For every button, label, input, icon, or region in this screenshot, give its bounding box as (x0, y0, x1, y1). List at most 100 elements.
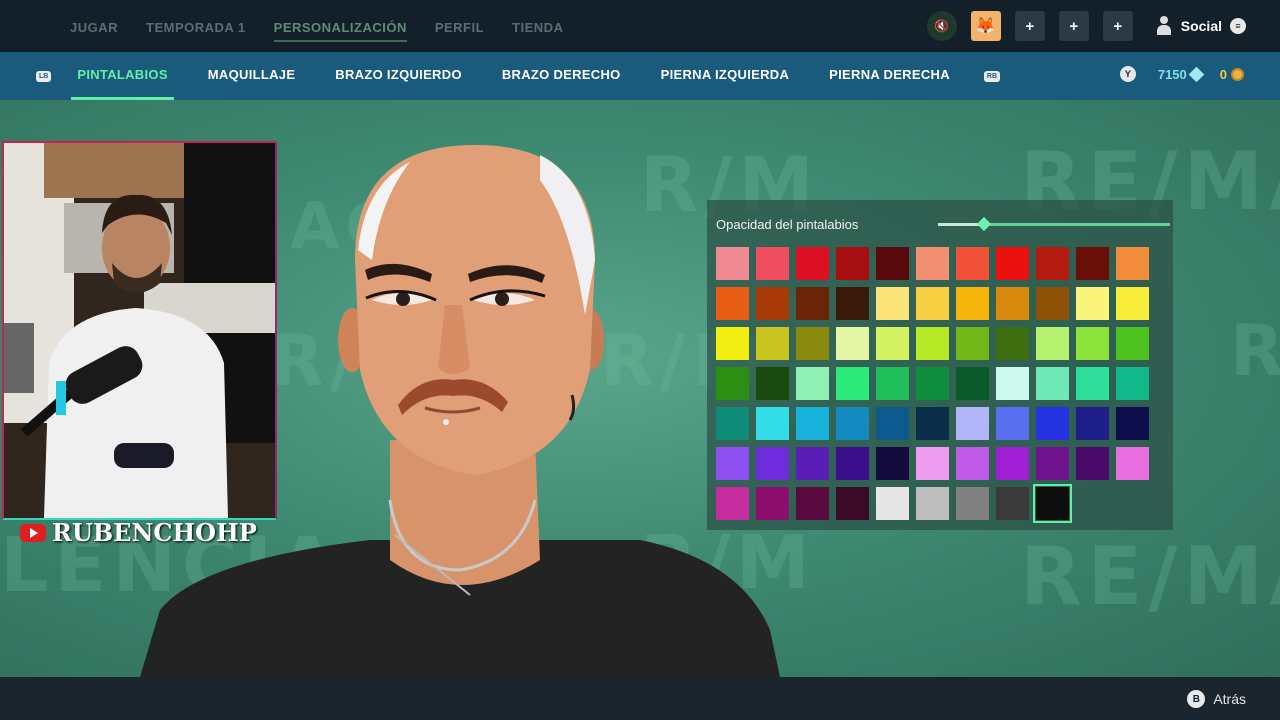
color-swatch[interactable] (1076, 327, 1109, 360)
color-swatch[interactable] (996, 287, 1029, 320)
color-swatch[interactable] (1116, 447, 1149, 480)
color-swatch[interactable] (1036, 447, 1069, 480)
color-swatch[interactable] (876, 367, 909, 400)
color-swatch[interactable] (836, 327, 869, 360)
add-party-slot-button[interactable]: + (1102, 11, 1133, 41)
color-swatch[interactable] (716, 367, 749, 400)
color-swatch[interactable] (1036, 327, 1069, 360)
color-swatch[interactable] (756, 247, 789, 280)
color-swatch[interactable] (716, 247, 749, 280)
tab-pintalabios[interactable]: PINTALABIOS (71, 52, 175, 100)
tab-jugar[interactable]: JUGAR (70, 0, 118, 52)
color-swatch[interactable] (956, 247, 989, 280)
add-party-slot-button[interactable]: + (1014, 11, 1045, 41)
background-logo-text: RE/MA (1230, 310, 1280, 392)
social-icon (1155, 16, 1173, 36)
tab-brazo-izquierdo[interactable]: BRAZO IZQUIERDO (329, 52, 468, 100)
back-button[interactable]: B Atrás (1187, 690, 1246, 708)
color-swatch[interactable] (1076, 287, 1109, 320)
color-swatch[interactable] (956, 367, 989, 400)
color-swatch[interactable] (796, 487, 829, 520)
color-swatch[interactable] (956, 447, 989, 480)
color-swatch[interactable] (916, 447, 949, 480)
tab-maquillaje[interactable]: MAQUILLAJE (202, 52, 302, 100)
tab-pierna-derecha[interactable]: PIERNA DERECHA (823, 52, 956, 100)
channel-name: RUBENCHOHP (52, 518, 257, 547)
color-swatch[interactable] (1036, 247, 1069, 280)
color-swatch[interactable] (796, 287, 829, 320)
color-swatch[interactable] (1036, 407, 1069, 440)
color-swatch[interactable] (996, 367, 1029, 400)
color-swatch[interactable] (876, 287, 909, 320)
color-swatch[interactable] (756, 287, 789, 320)
tab-tienda[interactable]: TIENDA (512, 0, 563, 52)
color-swatch[interactable] (1076, 447, 1109, 480)
color-swatch[interactable] (956, 287, 989, 320)
color-swatch[interactable] (716, 287, 749, 320)
color-swatch[interactable] (836, 407, 869, 440)
color-swatch[interactable] (996, 407, 1029, 440)
color-swatch[interactable] (876, 327, 909, 360)
color-swatch[interactable] (836, 487, 869, 520)
color-swatch[interactable] (1076, 367, 1109, 400)
color-swatch[interactable] (1116, 247, 1149, 280)
tab-brazo-derecho[interactable]: BRAZO DERECHO (496, 52, 627, 100)
color-swatch[interactable] (756, 367, 789, 400)
color-swatch[interactable] (996, 247, 1029, 280)
color-swatch[interactable] (1116, 407, 1149, 440)
opacity-slider[interactable] (938, 216, 1170, 232)
tab-pierna-izquierda[interactable]: PIERNA IZQUIERDA (655, 52, 796, 100)
color-swatch[interactable] (996, 327, 1029, 360)
color-swatch[interactable] (1076, 247, 1109, 280)
add-party-slot-button[interactable]: + (1058, 11, 1089, 41)
color-swatch[interactable] (796, 447, 829, 480)
color-swatch[interactable] (796, 327, 829, 360)
color-swatch[interactable] (756, 487, 789, 520)
color-swatch[interactable] (796, 367, 829, 400)
tab-temporada-1[interactable]: TEMPORADA 1 (146, 0, 246, 52)
color-swatch[interactable] (796, 247, 829, 280)
color-swatch[interactable] (1036, 367, 1069, 400)
tab-personalizacion[interactable]: PERSONALIZACIÓN (273, 0, 408, 52)
color-swatch[interactable] (876, 447, 909, 480)
color-swatch[interactable] (876, 407, 909, 440)
color-swatch[interactable] (1033, 484, 1072, 523)
tab-perfil[interactable]: PERFIL (435, 0, 484, 52)
mute-icon[interactable]: 🔇 (926, 11, 957, 41)
color-swatch[interactable] (1116, 327, 1149, 360)
color-swatch[interactable] (756, 407, 789, 440)
color-swatch[interactable] (1116, 367, 1149, 400)
color-swatch[interactable] (756, 447, 789, 480)
color-swatch[interactable] (716, 447, 749, 480)
color-swatch[interactable] (876, 487, 909, 520)
color-swatch[interactable] (996, 447, 1029, 480)
color-swatch[interactable] (956, 487, 989, 520)
social-button[interactable]: Social ≡ (1155, 16, 1246, 36)
color-swatch[interactable] (916, 407, 949, 440)
youtube-channel-label: RUBENCHOHP (20, 518, 257, 547)
coin-currency: 0 (1220, 67, 1244, 82)
color-swatch[interactable] (916, 287, 949, 320)
color-swatch[interactable] (1076, 407, 1109, 440)
color-swatch[interactable] (956, 327, 989, 360)
color-swatch[interactable] (756, 327, 789, 360)
color-swatch[interactable] (876, 247, 909, 280)
color-swatch[interactable] (1036, 287, 1069, 320)
color-swatch[interactable] (1116, 287, 1149, 320)
color-swatch[interactable] (956, 407, 989, 440)
color-swatch[interactable] (916, 487, 949, 520)
color-swatch[interactable] (916, 327, 949, 360)
color-swatch[interactable] (796, 407, 829, 440)
color-swatch[interactable] (716, 327, 749, 360)
color-swatch[interactable] (836, 287, 869, 320)
color-swatch[interactable] (716, 487, 749, 520)
color-swatch[interactable] (916, 367, 949, 400)
color-swatch[interactable] (916, 247, 949, 280)
color-swatch[interactable] (836, 367, 869, 400)
color-swatch[interactable] (716, 407, 749, 440)
player-avatar[interactable]: 🦊 (970, 11, 1001, 41)
opacity-slider-thumb[interactable] (977, 216, 992, 232)
color-swatch[interactable] (836, 447, 869, 480)
color-swatch[interactable] (836, 247, 869, 280)
color-swatch[interactable] (996, 487, 1029, 520)
